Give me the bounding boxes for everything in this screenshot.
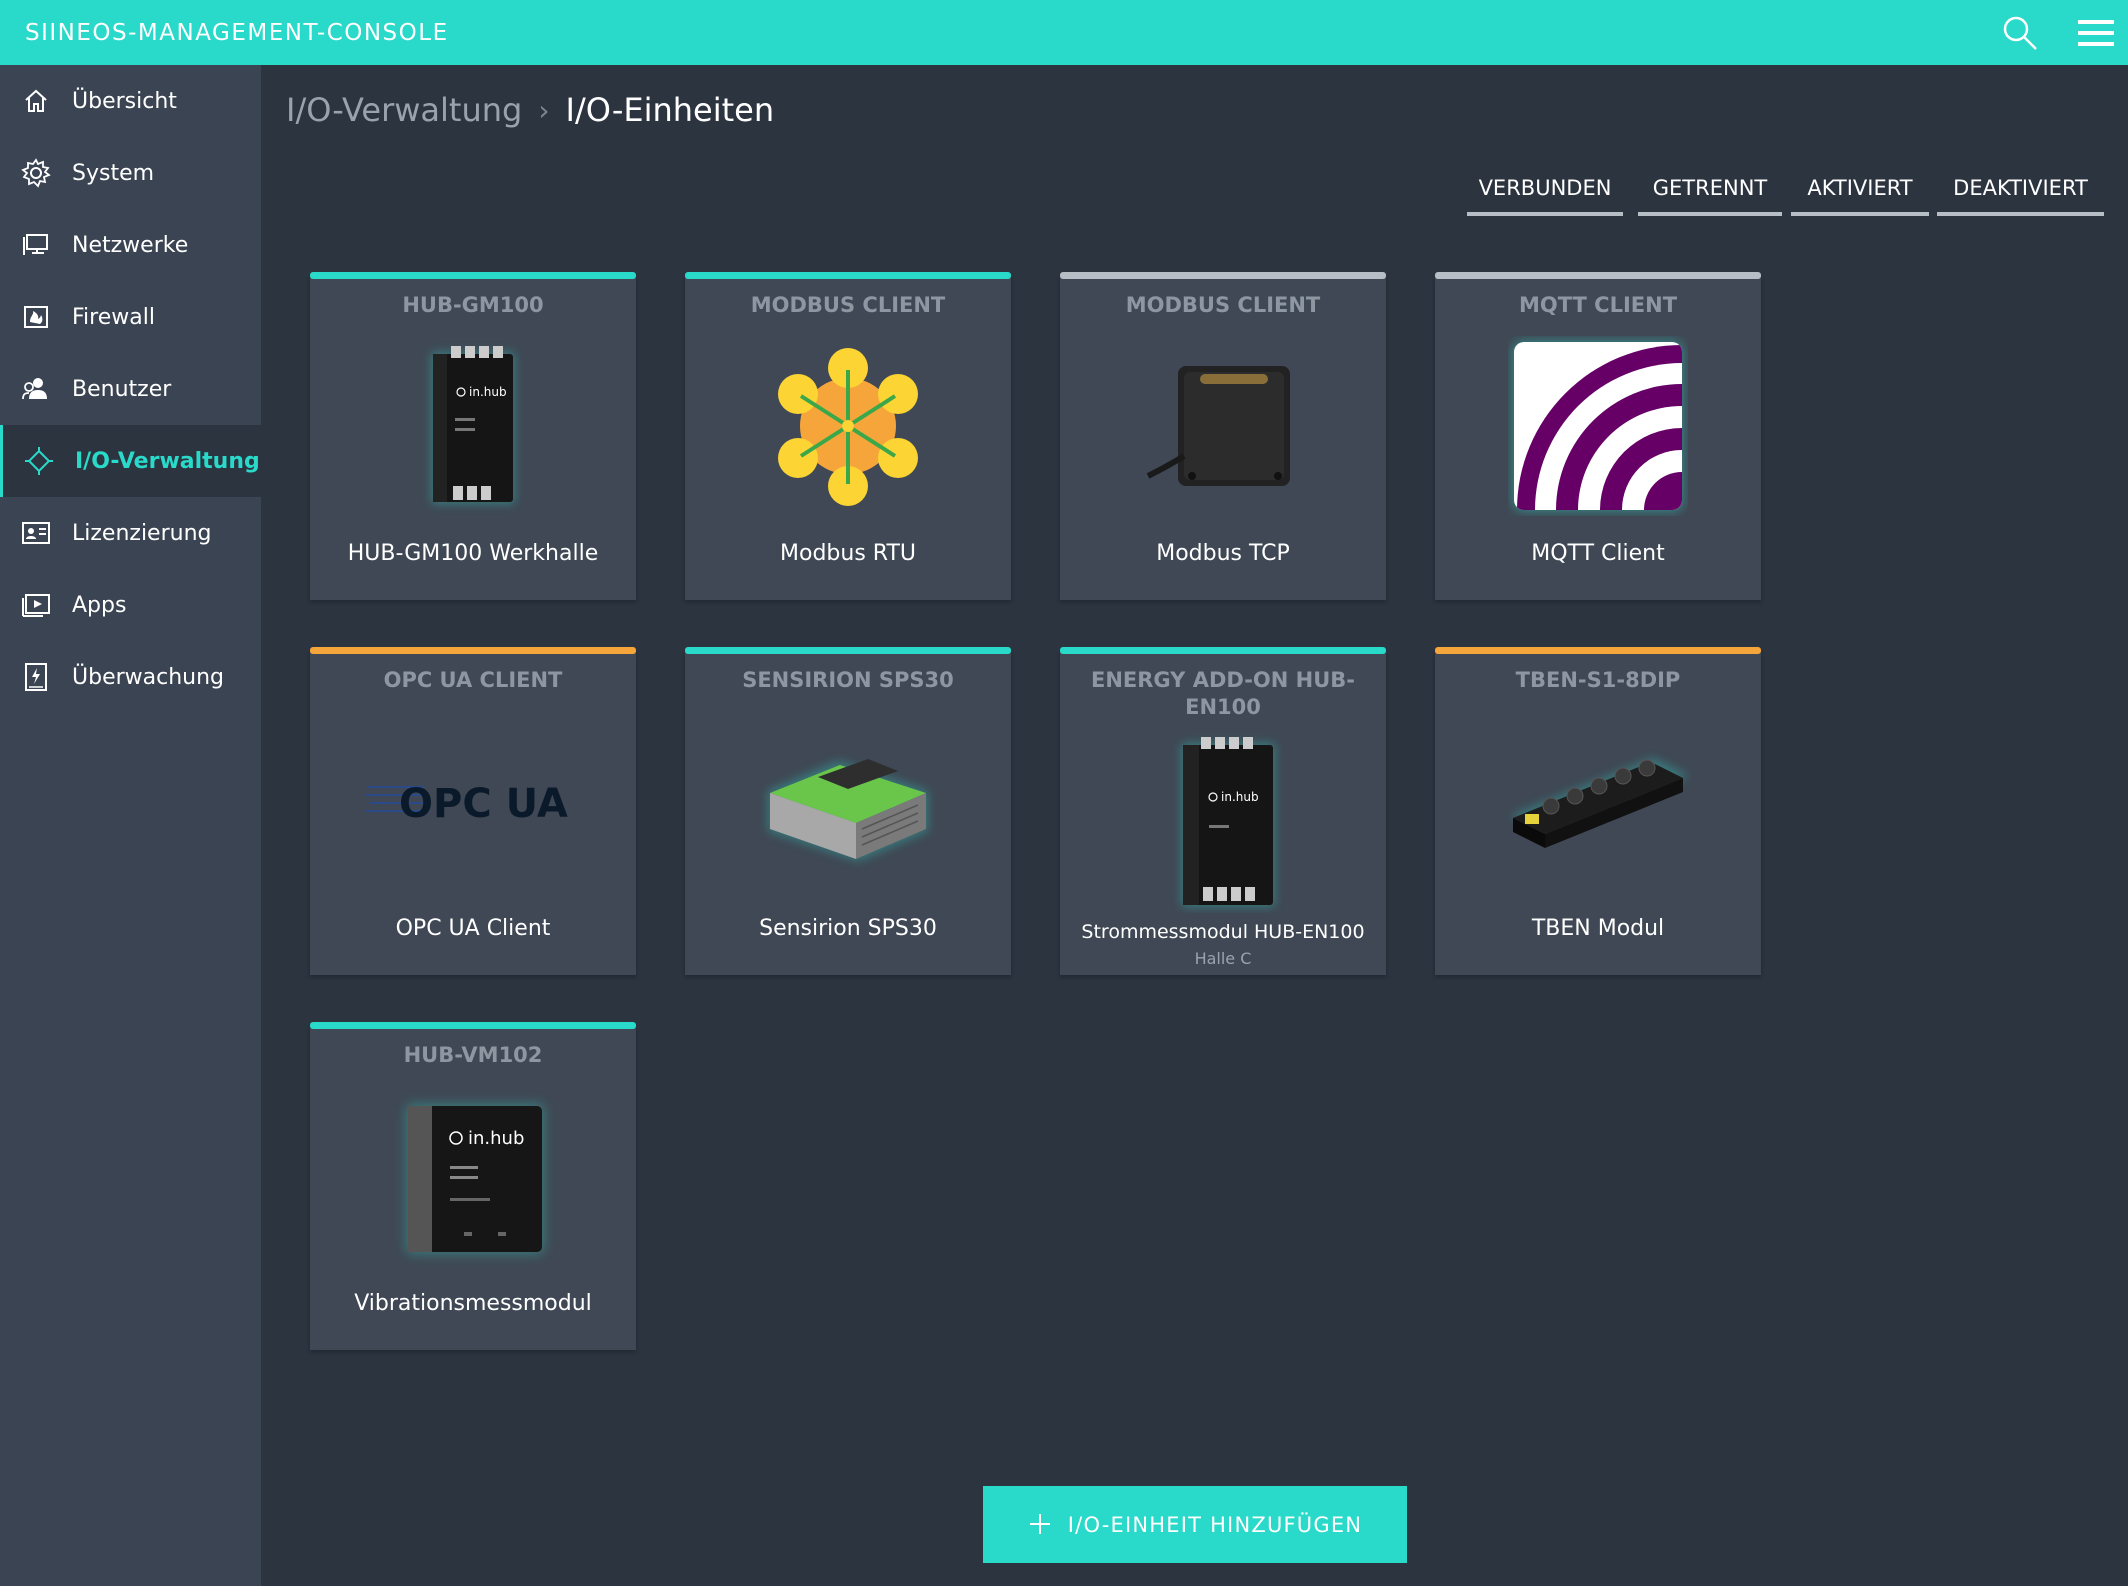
menu-button[interactable] [2074, 13, 2118, 53]
filter-verbunden[interactable]: VERBUNDEN [1467, 170, 1623, 216]
sidebar-item-benutzer[interactable]: Benutzer [0, 353, 261, 425]
license-card-icon [20, 517, 52, 549]
io-unit-card[interactable]: HUB-VM102 in.hub Vibrationsmessmodul [310, 1022, 636, 1350]
card-type-label: SENSIRION SPS30 [742, 668, 954, 692]
monitoring-icon [20, 661, 52, 693]
hamburger-menu-icon [2078, 20, 2114, 46]
card-name: MQTT Client [1531, 541, 1665, 566]
sidebar-item-label: Apps [72, 592, 127, 618]
status-bar [685, 272, 1011, 279]
plus-icon [1028, 1509, 1052, 1541]
app-title: SIINEOS-MANAGEMENT-CONSOLE [25, 19, 449, 46]
io-unit-card[interactable]: ENERGY ADD-ON HUB-EN100 in.hub Strommess… [1060, 647, 1386, 975]
status-bar [1435, 647, 1761, 654]
breadcrumb-parent-link[interactable]: I/O-Verwaltung [286, 91, 522, 129]
page-title: I/O-Einheiten [565, 91, 775, 129]
io-unit-card[interactable]: SENSIRION SPS30 Sensirion SPS30 [685, 647, 1011, 975]
card-location: Halle C [1194, 949, 1252, 968]
card-type-label: MODBUS CLIENT [1125, 293, 1321, 317]
svg-text:in.hub: in.hub [468, 1128, 524, 1149]
apps-icon [20, 589, 52, 621]
filter-deaktiviert[interactable]: DEAKTIVIERT [1937, 170, 2104, 216]
svg-text:OPC UA: OPC UA [399, 781, 568, 827]
io-unit-card[interactable]: MQTT CLIENT MQTT Client [1435, 272, 1761, 600]
gear-icon [20, 157, 52, 189]
sidebar-item-label: Überwachung [72, 664, 225, 690]
sidebar-item-label: Benutzer [72, 376, 172, 402]
search-button[interactable] [1998, 13, 2042, 53]
status-bar [1060, 272, 1386, 279]
card-name: OPC UA Client [395, 916, 551, 941]
card-type-label: MQTT CLIENT [1518, 293, 1678, 317]
svg-text:in.hub: in.hub [469, 385, 507, 399]
sidebar: Übersicht System Netzwerke Firewall Benu… [0, 65, 261, 1586]
card-type-label: OPC UA CLIENT [383, 668, 563, 692]
card-name: Modbus RTU [780, 541, 916, 566]
users-icon [20, 373, 52, 405]
add-io-unit-button[interactable]: I/O-EINHEIT HINZUFÜGEN [983, 1486, 1407, 1563]
io-unit-card[interactable]: OPC UA CLIENT OPC UA OPC UA Client [310, 647, 636, 975]
svg-text:in.hub: in.hub [1221, 790, 1259, 804]
modbus-rtu-image [748, 336, 948, 516]
status-bar [1435, 272, 1761, 279]
card-name: Modbus TCP [1156, 541, 1290, 566]
search-icon [2003, 16, 2037, 50]
card-type-label: ENERGY ADD-ON HUB-EN100 [1090, 668, 1356, 719]
mqtt-logo-image [1498, 336, 1698, 516]
filter-aktiviert[interactable]: AKTIVIERT [1791, 170, 1929, 216]
card-type-label: HUB-GM100 [402, 293, 544, 317]
sidebar-item-io-verwaltung[interactable]: I/O-Verwaltung [0, 425, 261, 497]
status-bar [685, 647, 1011, 654]
card-name: Vibrationsmessmodul [354, 1291, 592, 1316]
add-io-unit-label: I/O-EINHEIT HINZUFÜGEN [1067, 1512, 1363, 1537]
filter-getrennt[interactable]: GETRENNT [1638, 170, 1782, 216]
sidebar-item-netzwerke[interactable]: Netzwerke [0, 209, 261, 281]
modbus-tcp-sensor-image [1123, 336, 1323, 516]
io-icon [23, 445, 55, 477]
card-name: Sensirion SPS30 [759, 916, 937, 941]
status-bar [310, 272, 636, 279]
io-unit-card[interactable]: MODBUS CLIENT Modbus RTU [685, 272, 1011, 600]
sidebar-item-label: Netzwerke [72, 232, 189, 258]
status-bar [310, 1022, 636, 1029]
tben-module-image [1498, 711, 1698, 891]
sidebar-item-apps[interactable]: Apps [0, 569, 261, 641]
hub-vm102-device-image: in.hub [373, 1086, 573, 1266]
breadcrumb: I/O-Verwaltung › I/O-Einheiten [286, 88, 774, 132]
opc-ua-logo-image: OPC UA [350, 711, 596, 891]
firewall-icon [20, 301, 52, 333]
sidebar-item-label: Firewall [72, 304, 155, 330]
sidebar-item-label: Übersicht [72, 88, 177, 114]
sidebar-item-uebersicht[interactable]: Übersicht [0, 65, 261, 137]
hub-en100-device-image: in.hub [1123, 733, 1323, 913]
card-name: Strommessmodul HUB-EN100 [1081, 921, 1365, 943]
io-unit-card[interactable]: HUB-GM100 in.hub HUB-GM100 Werkhalle [310, 272, 636, 600]
io-unit-card[interactable]: MODBUS CLIENT Modbus TCP [1060, 272, 1386, 600]
sidebar-item-lizenzierung[interactable]: Lizenzierung [0, 497, 261, 569]
sidebar-item-label: Lizenzierung [72, 520, 212, 546]
io-unit-card[interactable]: TBEN-S1-8DIP TBEN Modul [1435, 647, 1761, 975]
sensirion-sps30-image [748, 711, 948, 891]
network-monitor-icon [20, 229, 52, 261]
sidebar-item-firewall[interactable]: Firewall [0, 281, 261, 353]
card-type-label: HUB-VM102 [403, 1043, 543, 1067]
sidebar-item-ueberwachung[interactable]: Überwachung [0, 641, 261, 713]
card-type-label: TBEN-S1-8DIP [1515, 668, 1681, 692]
status-bar [310, 647, 636, 654]
card-name: TBEN Modul [1531, 916, 1665, 941]
home-icon [20, 85, 52, 117]
breadcrumb-separator: › [538, 93, 550, 127]
top-app-bar: SIINEOS-MANAGEMENT-CONSOLE [0, 0, 2128, 65]
card-type-label: MODBUS CLIENT [750, 293, 946, 317]
status-bar [1060, 647, 1386, 654]
sidebar-item-label: System [72, 160, 155, 186]
card-name: HUB-GM100 Werkhalle [347, 541, 599, 566]
sidebar-item-system[interactable]: System [0, 137, 261, 209]
sidebar-item-label: I/O-Verwaltung [75, 448, 260, 474]
hub-gm100-device-image: in.hub [373, 336, 573, 516]
